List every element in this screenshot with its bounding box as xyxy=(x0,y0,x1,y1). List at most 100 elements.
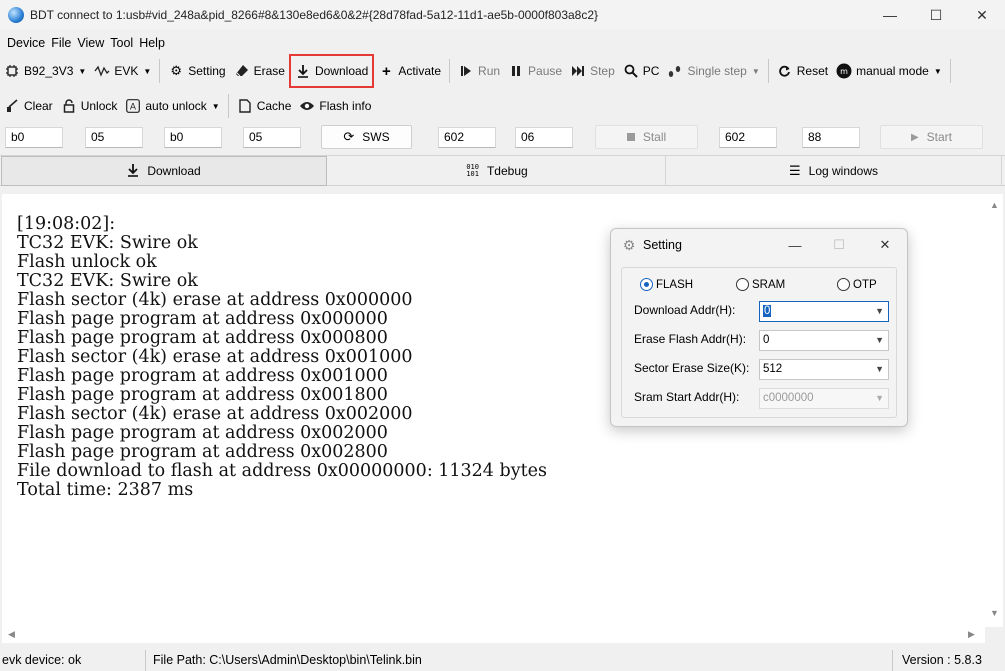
minimize-button[interactable]: — xyxy=(867,0,913,30)
sector-size-label: Sector Erase Size(K): xyxy=(634,361,750,375)
auto-unlock-select[interactable]: A auto unlock ▼ xyxy=(121,93,223,119)
activate-label: Activate xyxy=(398,64,442,78)
field-1[interactable]: b0 xyxy=(5,127,63,148)
svg-text:m: m xyxy=(840,67,848,76)
run-button[interactable]: Run xyxy=(454,58,504,84)
log-text: [19:08:02]: TC32 EVK: Swire ok Flash unl… xyxy=(17,214,547,500)
download-addr-combo[interactable]: 0 ▼ xyxy=(759,301,889,322)
download-icon xyxy=(127,163,139,180)
tab-tdebug[interactable]: 010 101 Tdebug xyxy=(329,156,666,186)
field-3[interactable]: b0 xyxy=(164,127,222,148)
menu-bar: Device File View Tool Help xyxy=(0,32,168,54)
pc-button[interactable]: PC xyxy=(619,58,664,84)
clear-button[interactable]: Clear xyxy=(0,93,57,119)
field-8[interactable]: 88 xyxy=(802,127,860,148)
binary-icon: 010 101 xyxy=(466,163,479,178)
field-7[interactable]: 602 xyxy=(719,127,777,148)
start-label: Start xyxy=(926,130,953,144)
cache-button[interactable]: Cache xyxy=(233,93,296,119)
menu-tool[interactable]: Tool xyxy=(107,36,136,50)
close-button[interactable]: ✕ xyxy=(959,0,1005,30)
dialog-title-bar[interactable]: ⚙ Setting xyxy=(611,229,907,261)
radio-dot xyxy=(640,278,653,291)
dialog-title: Setting xyxy=(643,238,682,252)
download-button[interactable]: Download xyxy=(288,54,375,88)
refresh-icon: ⟳ xyxy=(343,129,355,144)
scroll-right-icon[interactable]: ▶ xyxy=(968,629,975,640)
main-toolbar: B92_3V3 ▼ EVK ▼ ⚙ Setting Erase Download… xyxy=(0,54,955,88)
vertical-scrollbar[interactable]: ▲ ▼ xyxy=(985,194,1003,627)
dialog-maximize-button[interactable]: ☐ xyxy=(829,235,849,255)
stall-button[interactable]: Stall xyxy=(595,125,698,149)
scroll-left-icon[interactable]: ◀ xyxy=(8,629,15,640)
download-icon xyxy=(295,63,311,79)
menu-file[interactable]: File xyxy=(48,36,74,50)
reset-button[interactable]: Reset xyxy=(773,58,832,84)
reset-label: Reset xyxy=(796,64,829,78)
sram-addr-combo[interactable]: c0000000 ▼ xyxy=(759,388,889,409)
step-label: Step xyxy=(590,64,615,78)
clear-label: Clear xyxy=(24,99,53,113)
radio-flash[interactable]: FLASH xyxy=(640,278,693,291)
mode-select[interactable]: m manual mode ▼ xyxy=(832,58,946,84)
step-button[interactable]: Step xyxy=(566,58,619,84)
dialog-minimize-button[interactable]: — xyxy=(785,235,805,255)
activate-button[interactable]: + Activate xyxy=(374,58,445,84)
download-label: Download xyxy=(314,64,369,78)
tab-log-windows[interactable]: ☰ Log windows xyxy=(666,156,1002,186)
menu-help[interactable]: Help xyxy=(136,36,168,50)
menu-view[interactable]: View xyxy=(74,36,107,50)
unlock-button[interactable]: Unlock xyxy=(57,93,122,119)
run-icon xyxy=(458,63,474,79)
search-icon xyxy=(623,63,639,79)
menu-device[interactable]: Device xyxy=(4,36,48,50)
radio-dot xyxy=(736,278,749,291)
unlock-icon xyxy=(61,98,77,114)
field-6[interactable]: 06 xyxy=(515,127,573,148)
start-button[interactable]: ▶ Start xyxy=(880,125,983,149)
sws-label: SWS xyxy=(362,130,390,144)
dialog-close-button[interactable]: ✕ xyxy=(875,235,895,255)
sector-size-combo[interactable]: 512 ▼ xyxy=(759,359,889,380)
field-5[interactable]: 602 xyxy=(438,127,496,148)
horizontal-scrollbar[interactable]: ◀ ▶ xyxy=(2,627,985,643)
gear-icon: ⚙ xyxy=(170,63,183,78)
field-2[interactable]: 05 xyxy=(85,127,143,148)
chip-icon xyxy=(4,63,20,79)
pause-button[interactable]: Pause xyxy=(504,58,566,84)
mode-icon: m xyxy=(836,63,852,79)
pause-label: Pause xyxy=(528,64,563,78)
app-logo-icon xyxy=(8,7,24,23)
single-step-select[interactable]: Single step ▼ xyxy=(663,58,763,84)
sws-button[interactable]: ⟳ SWS xyxy=(321,125,412,149)
setting-button[interactable]: ⚙ Setting xyxy=(164,58,229,84)
field-4[interactable]: 05 xyxy=(243,127,301,148)
chevron-down-icon: ▼ xyxy=(751,66,760,76)
play-icon: ▶ xyxy=(910,131,919,143)
file-path-status: File Path: C:\Users\Admin\Desktop\bin\Te… xyxy=(151,650,893,671)
radio-otp[interactable]: OTP xyxy=(837,278,877,291)
device-status: evk device: ok xyxy=(0,650,146,671)
chip-select[interactable]: B92_3V3 ▼ xyxy=(0,58,90,84)
radio-sram[interactable]: SRAM xyxy=(736,278,785,291)
erase-addr-combo[interactable]: 0 ▼ xyxy=(759,330,889,351)
tab-download[interactable]: Download xyxy=(1,156,327,186)
radio-dot xyxy=(837,278,850,291)
sector-size-value: 512 xyxy=(763,363,783,375)
maximize-button[interactable]: ☐ xyxy=(913,0,959,30)
toolbar-separator xyxy=(767,59,769,83)
scroll-down-icon[interactable]: ▼ xyxy=(990,608,999,618)
tab-log-label: Log windows xyxy=(808,164,879,178)
scroll-up-icon[interactable]: ▲ xyxy=(990,200,999,210)
board-select[interactable]: EVK ▼ xyxy=(90,58,155,84)
run-label: Run xyxy=(478,64,501,78)
chevron-down-icon: ▼ xyxy=(933,66,942,76)
erase-button[interactable]: Erase xyxy=(230,58,289,84)
radio-sram-label: SRAM xyxy=(752,278,786,291)
gear-icon: ⚙ xyxy=(622,236,636,253)
toolbar-separator xyxy=(449,59,451,83)
sram-addr-label: Sram Start Addr(H): xyxy=(634,390,740,404)
title-bar: BDT connect to 1:usb#vid_248a&pid_8266#8… xyxy=(0,0,1005,30)
erase-addr-label: Erase Flash Addr(H): xyxy=(634,332,747,346)
flash-info-button[interactable]: Flash info xyxy=(295,93,375,119)
